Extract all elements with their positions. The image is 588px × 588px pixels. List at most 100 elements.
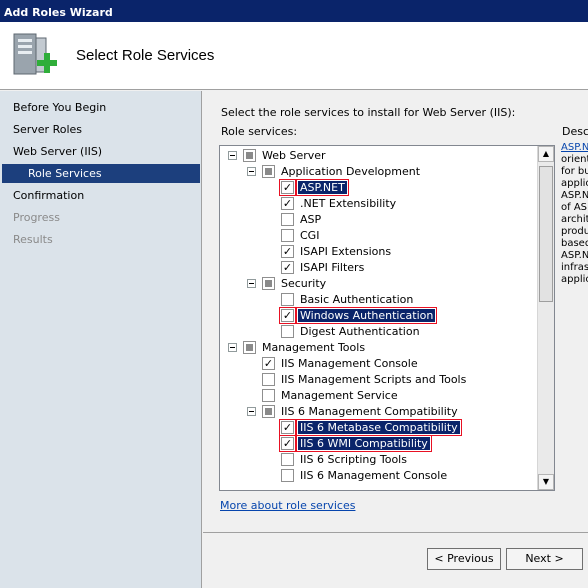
role-service-checkbox[interactable]	[279, 307, 296, 324]
server-add-icon	[13, 33, 57, 75]
scroll-down-icon[interactable]: ▼	[538, 474, 554, 490]
collapse-icon[interactable]	[228, 151, 237, 160]
nav-item-progress: Progress	[13, 211, 60, 224]
role-service-checkbox[interactable]	[279, 179, 296, 196]
nav-item-role-services[interactable]: Role Services	[2, 164, 200, 183]
tree-row[interactable]: Management Tools	[220, 340, 538, 356]
tree-row[interactable]: IIS Management Scripts and Tools	[220, 372, 538, 388]
tree-row[interactable]: ISAPI Filters	[220, 260, 538, 276]
collapse-icon[interactable]	[228, 343, 237, 352]
tree-row[interactable]: IIS 6 Metabase Compatibility	[220, 419, 538, 436]
tree-row[interactable]: IIS 6 WMI Compatibility	[220, 435, 538, 452]
previous-button[interactable]: < Previous	[427, 548, 501, 570]
description-line: of AS	[561, 202, 588, 213]
collapse-icon[interactable]	[247, 279, 256, 288]
role-service-label: .NET Extensibility	[300, 197, 397, 210]
nav-item-results: Results	[13, 233, 53, 246]
scroll-up-icon[interactable]: ▲	[538, 146, 554, 162]
role-service-label: Digest Authentication	[300, 325, 420, 338]
role-service-checkbox[interactable]	[262, 357, 275, 370]
role-service-label: IIS 6 Scripting Tools	[300, 453, 407, 466]
role-service-checkbox[interactable]	[262, 389, 275, 402]
role-service-checkbox[interactable]	[281, 245, 294, 258]
role-service-checkbox[interactable]	[281, 469, 294, 482]
role-service-checkbox[interactable]	[279, 435, 296, 452]
role-service-label: Windows Authentication	[295, 307, 438, 324]
tree-row[interactable]: Digest Authentication	[220, 324, 538, 340]
vertical-scrollbar[interactable]: ▲ ▼	[537, 146, 554, 490]
tree-row[interactable]: ASP	[220, 212, 538, 228]
tree-row[interactable]: IIS 6 Management Compatibility	[220, 404, 538, 420]
description-panel: ASP.N orient for bu applic ASP.N of AS archit p…	[561, 142, 588, 286]
tree-row[interactable]: IIS 6 Management Console	[220, 468, 538, 484]
role-service-checkbox[interactable]	[281, 213, 294, 226]
window-title: Add Roles Wizard	[4, 6, 113, 19]
nav-item-web-server-iis[interactable]: Web Server (IIS)	[13, 145, 102, 158]
wizard-button-bar: < Previous Next >	[203, 532, 588, 588]
role-service-label: IIS 6 Management Console	[300, 469, 448, 482]
page-title: Select Role Services	[76, 47, 215, 64]
role-services-label: Role services:	[221, 125, 298, 138]
main-content: Select the role services to install for …	[203, 91, 588, 532]
wizard-steps-nav: Before You Begin Server Roles Web Server…	[0, 91, 202, 588]
role-service-label: ASP	[300, 213, 322, 226]
role-service-checkbox[interactable]	[279, 419, 296, 436]
tree-row[interactable]: Windows Authentication	[220, 307, 538, 324]
description-link[interactable]: ASP.N	[561, 142, 588, 154]
nav-item-confirmation[interactable]: Confirmation	[13, 189, 84, 202]
tree-row[interactable]: .NET Extensibility	[220, 196, 538, 212]
tree-row[interactable]: ASP.NET	[220, 179, 538, 196]
role-service-checkbox[interactable]	[281, 261, 294, 274]
tree-row[interactable]: Management Service	[220, 388, 538, 404]
collapse-icon[interactable]	[247, 407, 256, 416]
nav-item-before-you-begin[interactable]: Before You Begin	[13, 101, 106, 114]
role-services-tree[interactable]: Web ServerApplication DevelopmentASP.NET…	[219, 145, 555, 491]
description-line: for bu	[561, 166, 588, 177]
nav-item-server-roles[interactable]: Server Roles	[13, 123, 82, 136]
role-service-label: ASP.NET	[296, 179, 349, 196]
role-service-label: IIS 6 WMI Compatibility	[296, 435, 432, 452]
role-service-label: Web Server	[262, 149, 326, 162]
description-line: infras	[561, 262, 588, 273]
tree-row[interactable]: Application Development	[220, 164, 538, 180]
more-about-role-services-link[interactable]: More about role services	[220, 499, 355, 512]
role-service-checkbox[interactable]	[262, 373, 275, 386]
role-service-label: Basic Authentication	[300, 293, 414, 306]
scroll-thumb[interactable]	[539, 166, 553, 302]
role-service-checkbox[interactable]	[281, 197, 294, 210]
role-service-checkbox[interactable]	[262, 277, 275, 290]
role-service-checkbox[interactable]	[281, 293, 294, 306]
role-service-checkbox[interactable]	[243, 149, 256, 162]
role-service-checkbox[interactable]	[262, 405, 275, 418]
role-service-label: IIS Management Scripts and Tools	[281, 373, 467, 386]
role-service-checkbox[interactable]	[262, 165, 275, 178]
role-service-checkbox[interactable]	[281, 325, 294, 338]
window-title-bar: Add Roles Wizard	[0, 0, 588, 22]
tree-row[interactable]: Security	[220, 276, 538, 292]
role-service-checkbox[interactable]	[281, 453, 294, 466]
role-service-label: ISAPI Filters	[300, 261, 365, 274]
next-button[interactable]: Next >	[506, 548, 583, 570]
role-service-label: IIS 6 Metabase Compatibility	[296, 419, 462, 436]
tree-row[interactable]: Web Server	[220, 148, 538, 164]
description-line: applic	[561, 274, 588, 285]
description-line: based	[561, 238, 588, 249]
role-service-label: Application Development	[281, 165, 421, 178]
role-service-label: Management Tools	[262, 341, 366, 354]
description-line: applic	[561, 178, 588, 189]
tree-row[interactable]: IIS Management Console	[220, 356, 538, 372]
tree-row[interactable]: ISAPI Extensions	[220, 244, 538, 260]
collapse-icon[interactable]	[247, 167, 256, 176]
description-line: ASP.N	[561, 250, 588, 261]
nav-item-label: Role Services	[28, 167, 102, 180]
tree-row[interactable]: IIS 6 Scripting Tools	[220, 452, 538, 468]
role-service-label: IIS 6 Management Compatibility	[281, 405, 458, 418]
tree-row[interactable]: Basic Authentication	[220, 292, 538, 308]
role-service-label: IIS Management Console	[281, 357, 418, 370]
tree-row[interactable]: CGI	[220, 228, 538, 244]
role-service-checkbox[interactable]	[281, 229, 294, 242]
description-line: orient	[561, 154, 588, 165]
role-service-checkbox[interactable]	[243, 341, 256, 354]
role-service-label: CGI	[300, 229, 320, 242]
description-label: Descr	[562, 125, 588, 138]
